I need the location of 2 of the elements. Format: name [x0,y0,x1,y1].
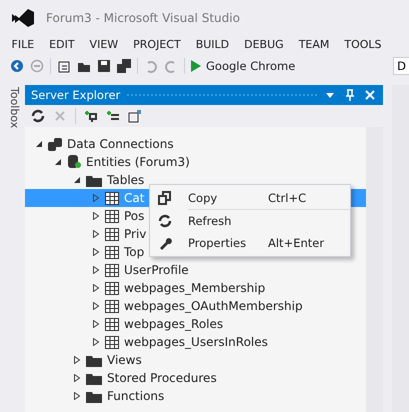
window-title: Forum3 - Microsoft Visual Studio [46,10,240,24]
panel-title: Server Explorer [31,88,120,102]
